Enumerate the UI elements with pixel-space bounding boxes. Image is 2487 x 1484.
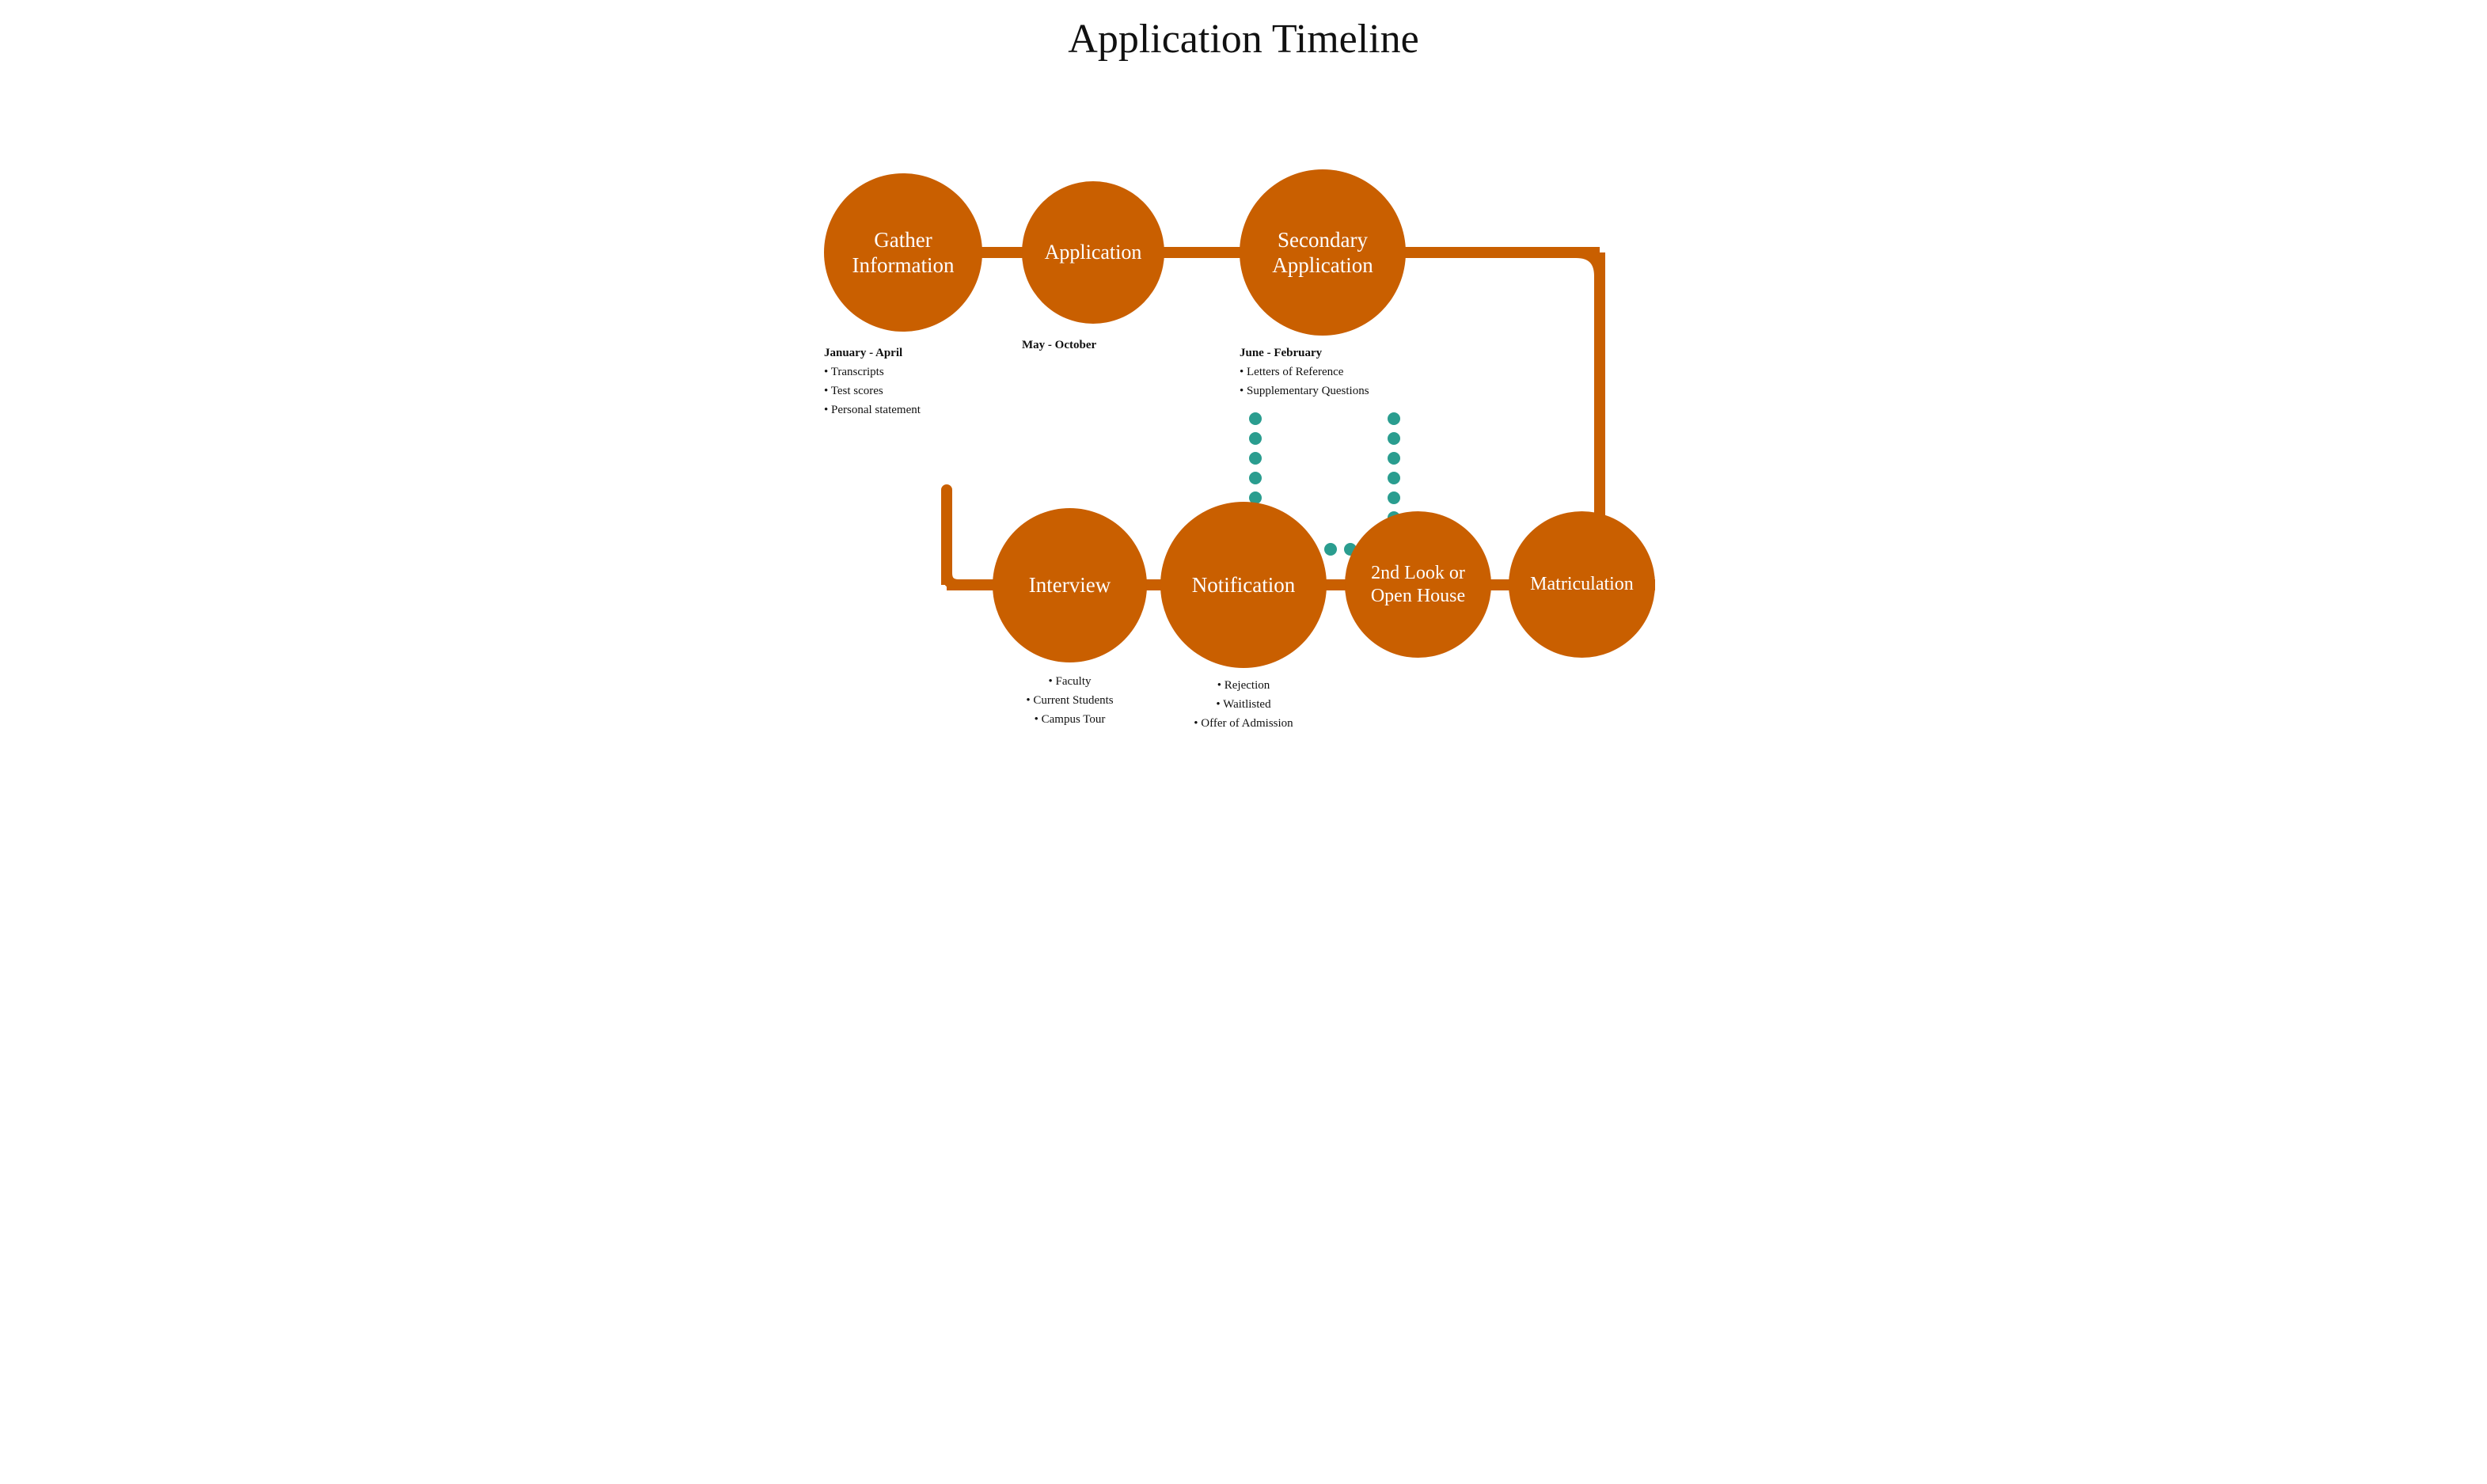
notification-node: Notification [1160, 502, 1327, 668]
application-date: May - October [1022, 336, 1164, 355]
gather-info-text: January - April • Transcripts • Test sco… [824, 343, 990, 419]
application-label: Application [1045, 240, 1142, 264]
application-node: Application [1022, 181, 1164, 324]
notification-text: • Rejection • Waitlisted • Offer of Admi… [1160, 676, 1327, 733]
gather-info-bullets: • Transcripts • Test scores • Personal s… [824, 362, 990, 419]
notification-bullets: • Rejection • Waitlisted • Offer of Admi… [1160, 676, 1327, 733]
interview-bullets: • Faculty • Current Students • Campus To… [993, 672, 1147, 729]
interview-node: Interview [993, 508, 1147, 662]
second-look-label: 2nd Look or Open House [1371, 562, 1465, 608]
gather-information-label: Gather Information [852, 227, 955, 279]
secondary-app-date: June - February [1240, 343, 1422, 362]
interview-text: • Faculty • Current Students • Campus To… [993, 672, 1147, 729]
gather-information-node: Gather Information [824, 173, 982, 332]
secondary-app-text: June - February • Letters of Reference •… [1240, 343, 1422, 400]
gather-info-date: January - April [824, 343, 990, 362]
second-look-node: 2nd Look or Open House [1345, 511, 1491, 658]
secondary-application-label: Secondary Application [1272, 227, 1373, 279]
notification-label: Notification [1192, 572, 1295, 598]
secondary-application-node: Secondary Application [1240, 169, 1406, 336]
interview-label: Interview [1029, 572, 1111, 598]
secondary-app-bullets: • Letters of Reference • Supplementary Q… [1240, 362, 1422, 400]
matriculation-node: Matriculation [1509, 511, 1655, 658]
page-title: Application Timeline [816, 16, 1671, 63]
timeline-diagram: Gather Information Application Secondary… [824, 94, 1663, 807]
matriculation-label: Matriculation [1530, 573, 1634, 596]
application-text: May - October [1022, 336, 1164, 355]
